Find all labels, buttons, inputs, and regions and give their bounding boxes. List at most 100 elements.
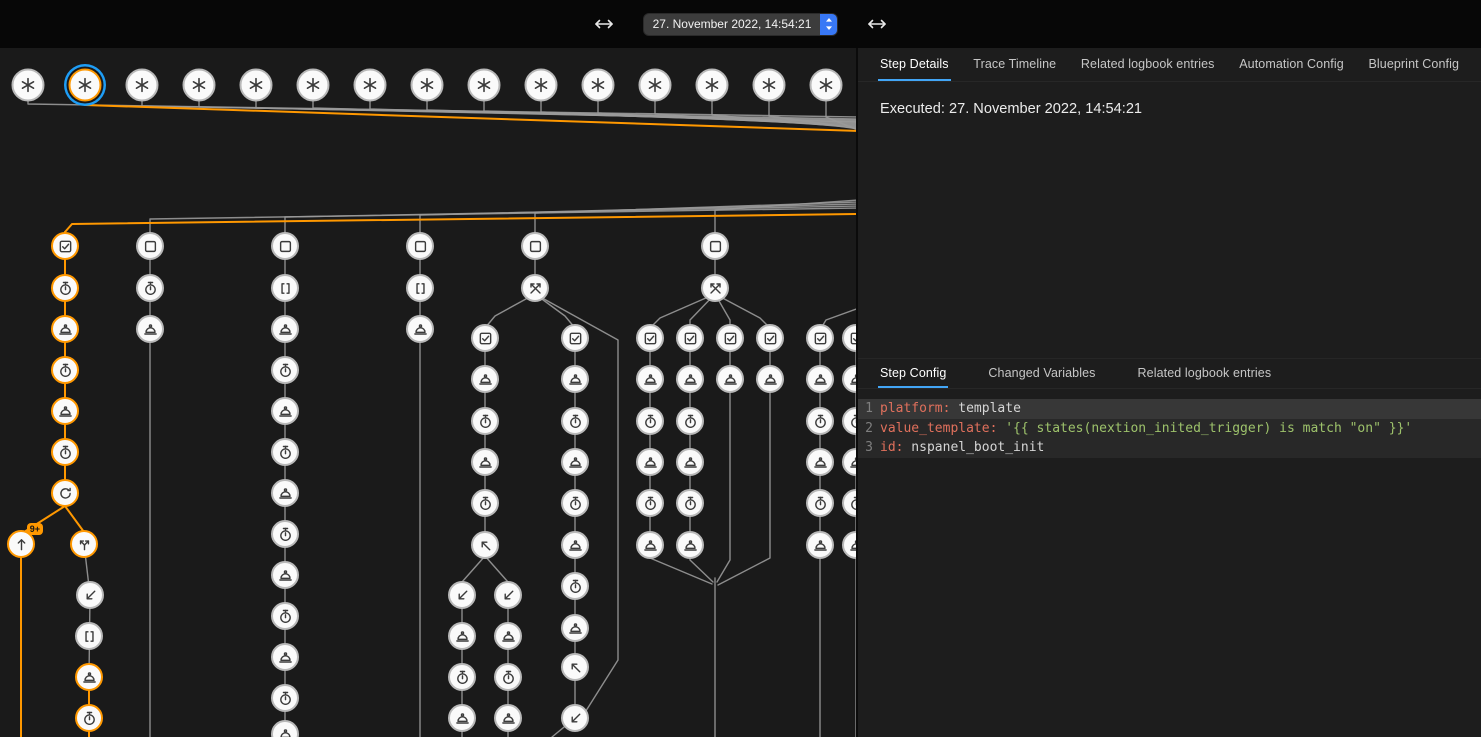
timer-node[interactable] [561,572,589,600]
bell-node[interactable] [271,643,299,671]
bell-node[interactable] [806,365,834,393]
timer-node[interactable] [636,489,664,517]
bell-node[interactable] [676,365,704,393]
timer-node[interactable] [471,407,499,435]
square-node[interactable] [136,232,164,260]
brackets-node[interactable] [75,622,103,650]
bell-node[interactable] [271,720,299,737]
bell-node[interactable] [561,531,589,559]
checkbox-node[interactable] [676,324,704,352]
bell-node[interactable] [842,531,856,559]
choose-node[interactable] [701,274,729,302]
asterisk-node[interactable] [354,69,387,102]
bell-node[interactable] [716,365,744,393]
timer-node[interactable] [51,356,79,384]
checkbox-node[interactable] [842,324,856,352]
bell-node[interactable] [561,448,589,476]
bell-node[interactable] [136,315,164,343]
asterisk-node[interactable] [183,69,216,102]
checkbox-node[interactable] [51,232,79,260]
timer-node[interactable] [676,489,704,517]
bell-node[interactable] [494,622,522,650]
choose-node[interactable] [521,274,549,302]
square-node[interactable] [271,232,299,260]
refresh-node[interactable] [51,479,79,507]
checkbox-node[interactable] [636,324,664,352]
bell-node[interactable] [756,365,784,393]
asterisk-node[interactable] [753,69,786,102]
timer-node[interactable] [271,684,299,712]
timer-node[interactable] [806,489,834,517]
checkbox-node[interactable] [561,324,589,352]
timer-node[interactable] [51,438,79,466]
timer-node[interactable] [494,663,522,691]
bell-node[interactable] [636,531,664,559]
brackets-node[interactable] [406,274,434,302]
tab-related-logbook-entries[interactable]: Related logbook entries [1136,359,1274,388]
asterisk-node[interactable] [582,69,615,102]
timer-node[interactable] [806,407,834,435]
square-node[interactable] [701,232,729,260]
timer-node[interactable] [561,407,589,435]
bell-node[interactable] [271,315,299,343]
asterisk-node[interactable] [411,69,444,102]
bell-node[interactable] [471,448,499,476]
asterisk-node[interactable] [240,69,273,102]
bell-node[interactable] [448,704,476,732]
tab-step-config[interactable]: Step Config [878,359,948,388]
asterisk-node[interactable] [126,69,159,102]
asterisk-node[interactable] [696,69,729,102]
tab-automation-config[interactable]: Automation Config [1237,48,1346,81]
timer-node[interactable] [75,704,103,732]
split-node[interactable] [70,530,98,558]
bell-node[interactable] [75,663,103,691]
bell-node[interactable] [406,315,434,343]
bell-node[interactable] [51,397,79,425]
arrow-up-node[interactable]: 9+ [7,530,35,558]
asterisk-node[interactable] [297,69,330,102]
asterisk-node[interactable] [468,69,501,102]
asterisk-node[interactable] [810,69,843,102]
checkbox-node[interactable] [806,324,834,352]
timer-node[interactable] [271,356,299,384]
bell-node[interactable] [494,704,522,732]
bell-node[interactable] [806,448,834,476]
timer-node[interactable] [271,438,299,466]
checkbox-node[interactable] [756,324,784,352]
square-node[interactable] [406,232,434,260]
timer-node[interactable] [271,520,299,548]
timer-node[interactable] [842,489,856,517]
bell-node[interactable] [806,531,834,559]
timer-node[interactable] [471,489,499,517]
arrow-bl-node[interactable] [494,581,522,609]
tab-trace-timeline[interactable]: Trace Timeline [971,48,1058,81]
bell-node[interactable] [676,531,704,559]
arrow-tl-node[interactable] [561,653,589,681]
tab-related-logbook-entries[interactable]: Related logbook entries [1079,48,1217,81]
asterisk-node[interactable] [525,69,558,102]
bell-node[interactable] [636,365,664,393]
tab-changed-variables[interactable]: Changed Variables [986,359,1097,388]
previous-run-button[interactable] [590,14,618,34]
bell-node[interactable] [561,365,589,393]
bell-node[interactable] [271,561,299,589]
timer-node[interactable] [271,602,299,630]
bell-node[interactable] [471,365,499,393]
bell-node[interactable] [842,365,856,393]
asterisk-node[interactable] [639,69,672,102]
bell-node[interactable] [51,315,79,343]
bell-node[interactable] [561,614,589,642]
run-date-select[interactable]: 27. November 2022, 14:54:21 [644,14,838,35]
checkbox-node[interactable] [471,324,499,352]
timer-node[interactable] [636,407,664,435]
asterisk-node[interactable] [69,69,102,102]
timer-node[interactable] [561,489,589,517]
bell-node[interactable] [842,448,856,476]
asterisk-node[interactable] [12,69,45,102]
timer-node[interactable] [136,274,164,302]
tab-blueprint-config[interactable]: Blueprint Config [1366,48,1461,81]
timer-node[interactable] [676,407,704,435]
bell-node[interactable] [676,448,704,476]
brackets-node[interactable] [271,274,299,302]
timer-node[interactable] [51,274,79,302]
